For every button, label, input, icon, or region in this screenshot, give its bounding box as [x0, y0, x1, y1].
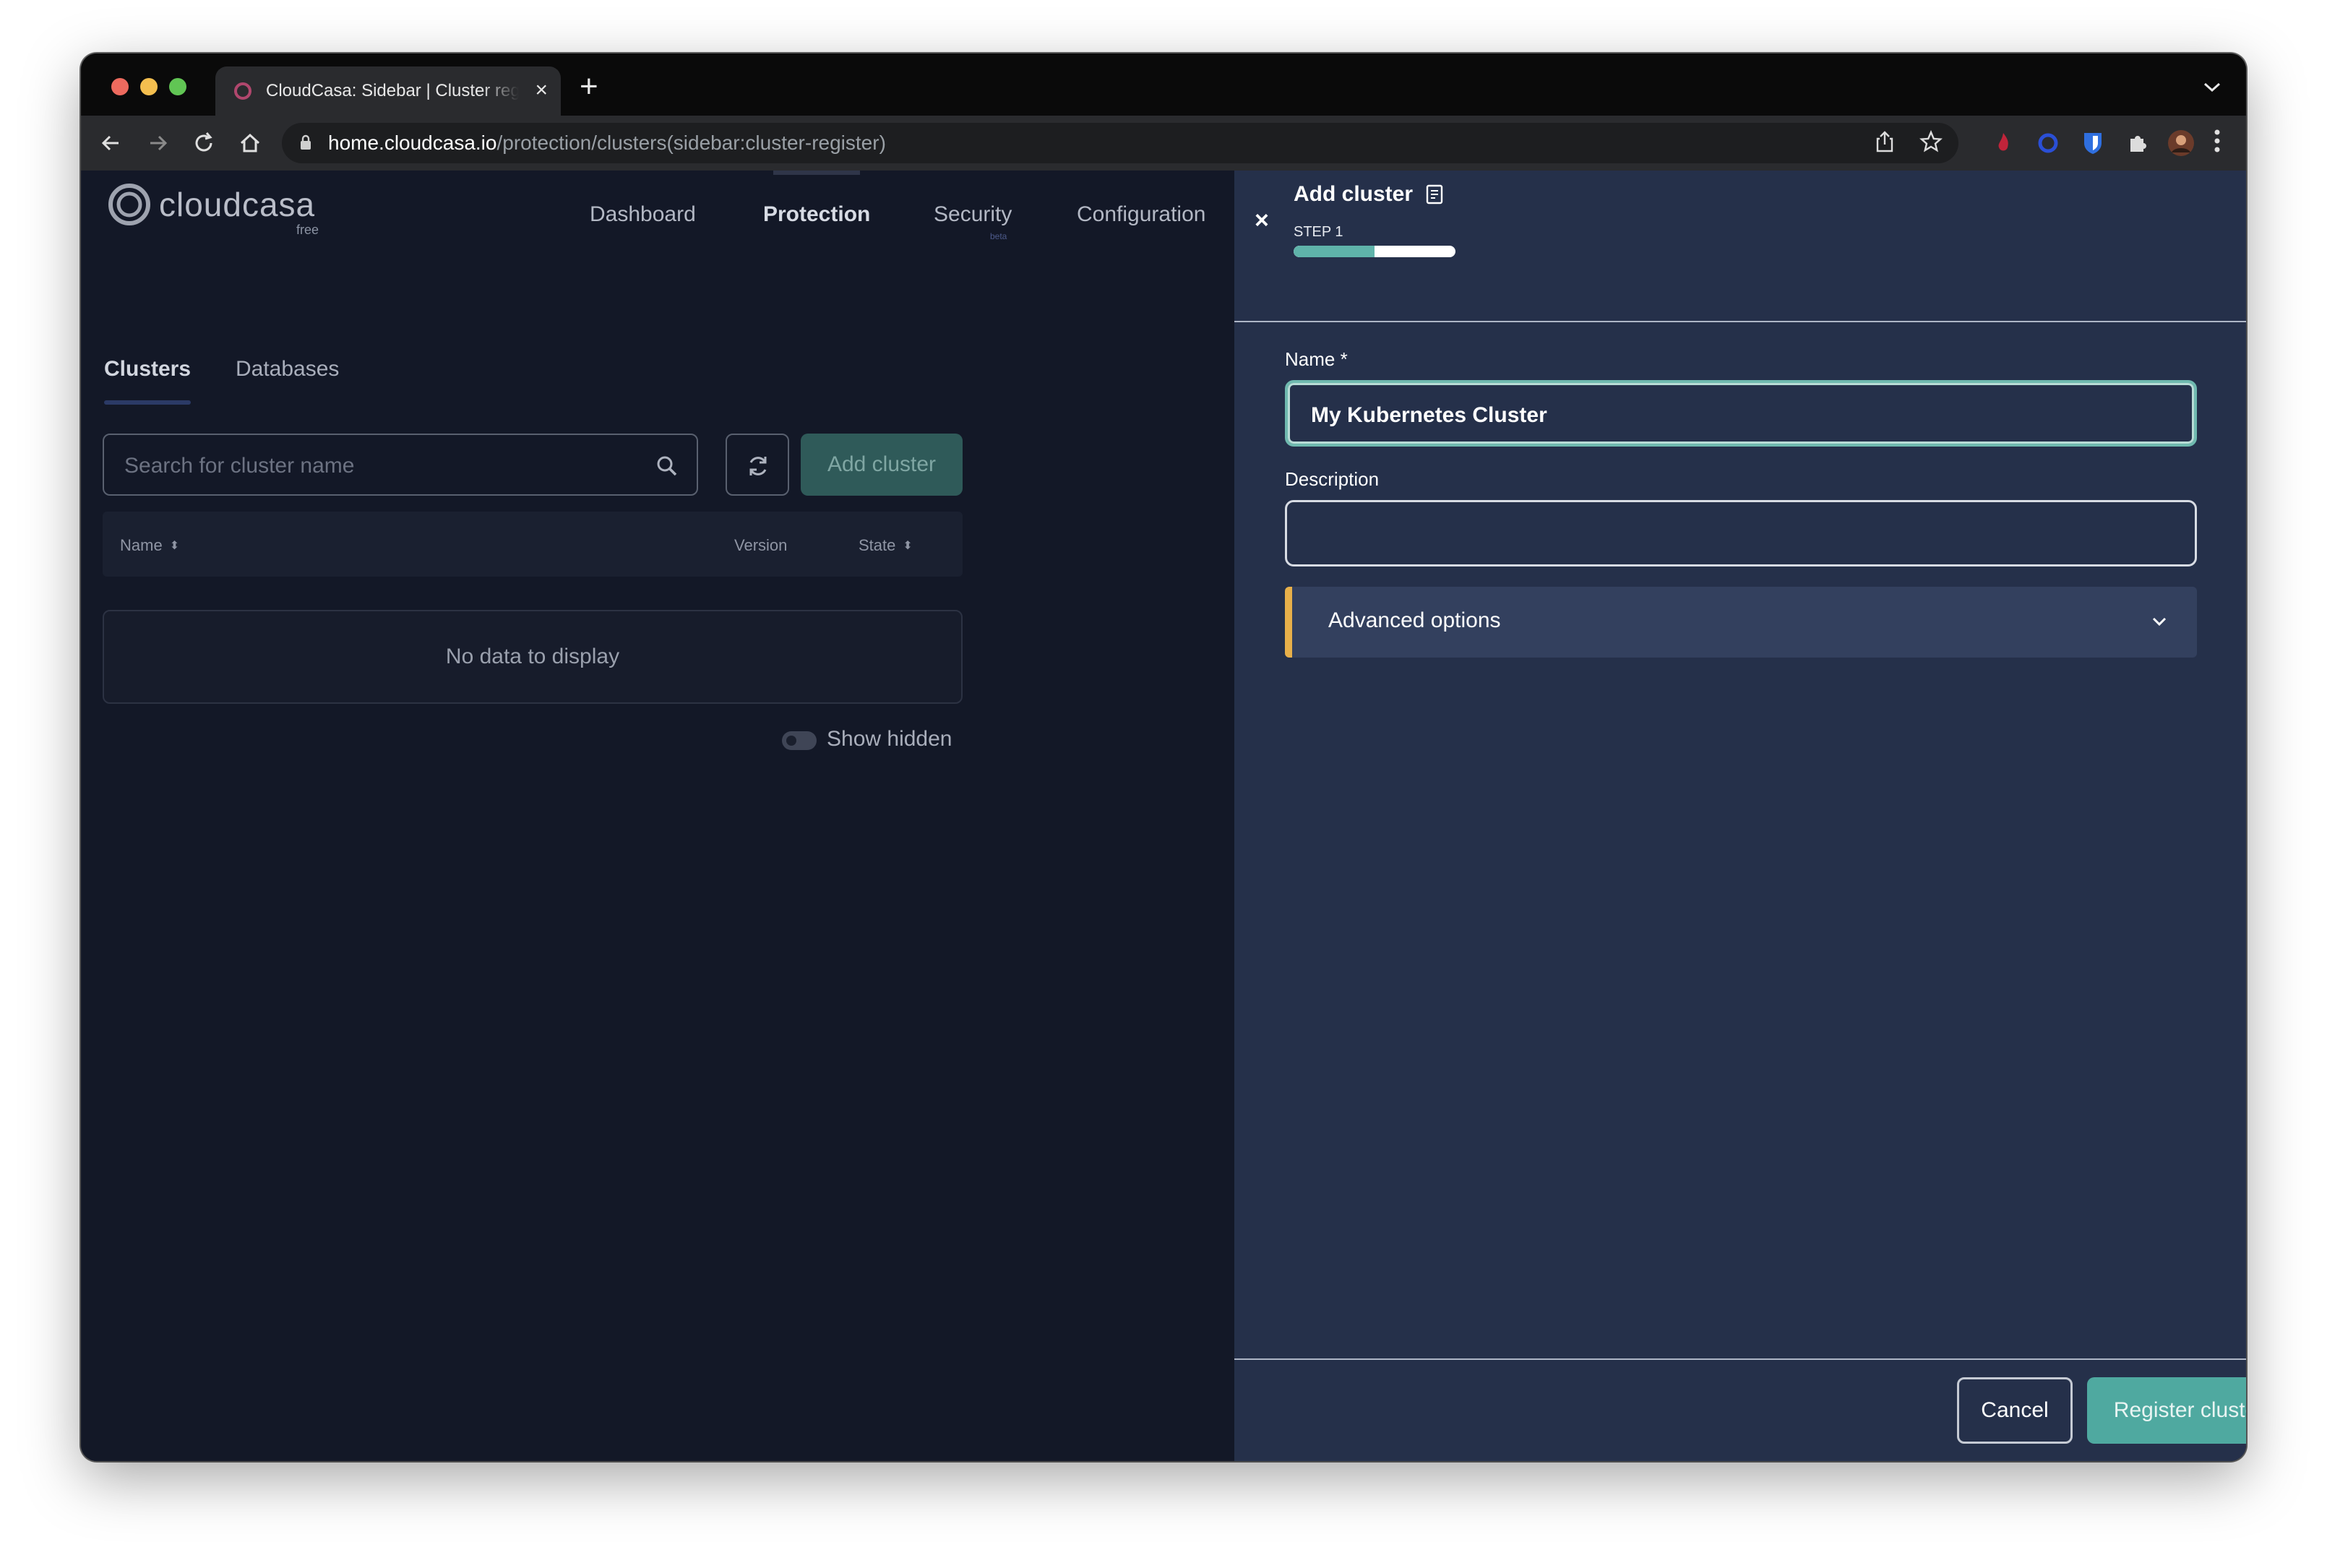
name-label: Name *: [1285, 348, 1348, 370]
search-icon[interactable]: [656, 455, 678, 477]
share-icon[interactable]: [1872, 130, 1898, 156]
browser-toolbar: home.cloudcasa.io/protection/clusters(si…: [81, 116, 2246, 171]
toggle-knob: [786, 736, 796, 746]
app-page: cloudcasa free Dashboard Protection Secu…: [81, 171, 2246, 1461]
advanced-options-accordion[interactable]: Advanced options: [1285, 587, 2197, 658]
extensions-icon[interactable]: [2123, 129, 2152, 158]
nav-configuration[interactable]: Configuration: [1077, 202, 1205, 227]
nav-security[interactable]: Security: [934, 202, 1012, 227]
active-tab-indicator: [104, 400, 191, 405]
tab-databases[interactable]: Databases: [236, 357, 339, 382]
description-field[interactable]: [1285, 500, 2197, 567]
extension-shield-icon[interactable]: [2078, 129, 2107, 158]
tab-search-chevron-icon[interactable]: [2203, 77, 2221, 99]
show-hidden-label: Show hidden: [827, 727, 952, 751]
close-icon[interactable]: ×: [1255, 208, 1269, 233]
logo-text: cloudcasa: [159, 186, 316, 223]
header-divider: [1234, 321, 2246, 322]
extension-ring-icon[interactable]: [2034, 129, 2063, 158]
url-text: home.cloudcasa.io/protection/clusters(si…: [328, 132, 886, 154]
active-nav-indicator: [773, 171, 860, 175]
browser-tab[interactable]: CloudCasa: Sidebar | Cluster registratio…: [215, 66, 561, 116]
name-field[interactable]: [1285, 380, 2197, 447]
security-beta-badge: beta: [990, 231, 1007, 241]
home-icon[interactable]: [236, 129, 264, 158]
search-input[interactable]: [123, 449, 632, 483]
column-version: Version: [734, 536, 788, 554]
tab-title: CloudCasa: Sidebar | Cluster registratio…: [266, 81, 519, 100]
reload-icon[interactable]: [189, 129, 218, 158]
plan-badge: free: [296, 223, 319, 237]
lock-icon: [301, 134, 311, 150]
profile-avatar[interactable]: [2167, 129, 2195, 158]
sort-icon[interactable]: ⬍: [170, 538, 179, 553]
show-hidden-toggle[interactable]: [782, 731, 817, 750]
name-input[interactable]: [1309, 399, 2165, 432]
logo-mark-icon: [108, 184, 150, 225]
column-name[interactable]: Name ⬍: [120, 536, 179, 555]
browser-window: CloudCasa: Sidebar | Cluster registratio…: [81, 53, 2246, 1461]
address-bar[interactable]: home.cloudcasa.io/protection/clusters(si…: [282, 123, 1958, 163]
new-tab-button[interactable]: +: [580, 71, 598, 103]
tab-clusters[interactable]: Clusters: [104, 357, 191, 382]
add-cluster-button[interactable]: Add cluster: [801, 434, 963, 496]
step-progress: [1294, 246, 1455, 257]
kebab-menu-icon[interactable]: [2203, 129, 2232, 158]
cluster-search[interactable]: [103, 434, 698, 496]
tab-bar: CloudCasa: Sidebar | Cluster registratio…: [81, 53, 2246, 116]
tab-close-icon[interactable]: ×: [535, 78, 548, 103]
minimize-window-button[interactable]: [140, 78, 158, 95]
footer-divider: [1234, 1358, 2246, 1360]
zoom-window-button[interactable]: [169, 78, 186, 95]
progress-fill: [1294, 246, 1375, 257]
cancel-button[interactable]: Cancel: [1957, 1377, 2073, 1444]
forward-icon[interactable]: [143, 129, 172, 158]
column-state[interactable]: State ⬍: [859, 536, 913, 555]
nav-dashboard[interactable]: Dashboard: [590, 202, 696, 227]
description-input[interactable]: [1309, 518, 2164, 551]
empty-state: No data to display: [103, 610, 963, 704]
close-window-button[interactable]: [111, 78, 129, 95]
extension-flame-icon[interactable]: [1989, 129, 2018, 158]
favicon-icon: [234, 82, 251, 100]
back-icon[interactable]: [97, 129, 126, 158]
add-cluster-sidebar: × Add cluster STEP 1 Name * Description …: [1234, 171, 2246, 1461]
step-label: STEP 1: [1294, 224, 1343, 240]
nav-protection[interactable]: Protection: [763, 202, 870, 227]
advanced-options-label: Advanced options: [1328, 608, 1501, 632]
cluster-table-header: Name ⬍ Version State ⬍: [103, 512, 963, 577]
refresh-icon: [749, 457, 767, 475]
description-label: Description: [1285, 468, 1380, 490]
refresh-button[interactable]: [726, 434, 789, 496]
sort-icon[interactable]: ⬍: [903, 538, 912, 553]
chevron-down-icon[interactable]: [2151, 613, 2168, 630]
register-cluster-button[interactable]: Register cluster: [2087, 1377, 2246, 1444]
doc-icon[interactable]: [1425, 184, 1444, 205]
sidebar-title: Add cluster: [1294, 182, 1414, 206]
accordion-accent-bar: [1285, 587, 1292, 658]
star-icon[interactable]: [1918, 129, 1944, 156]
